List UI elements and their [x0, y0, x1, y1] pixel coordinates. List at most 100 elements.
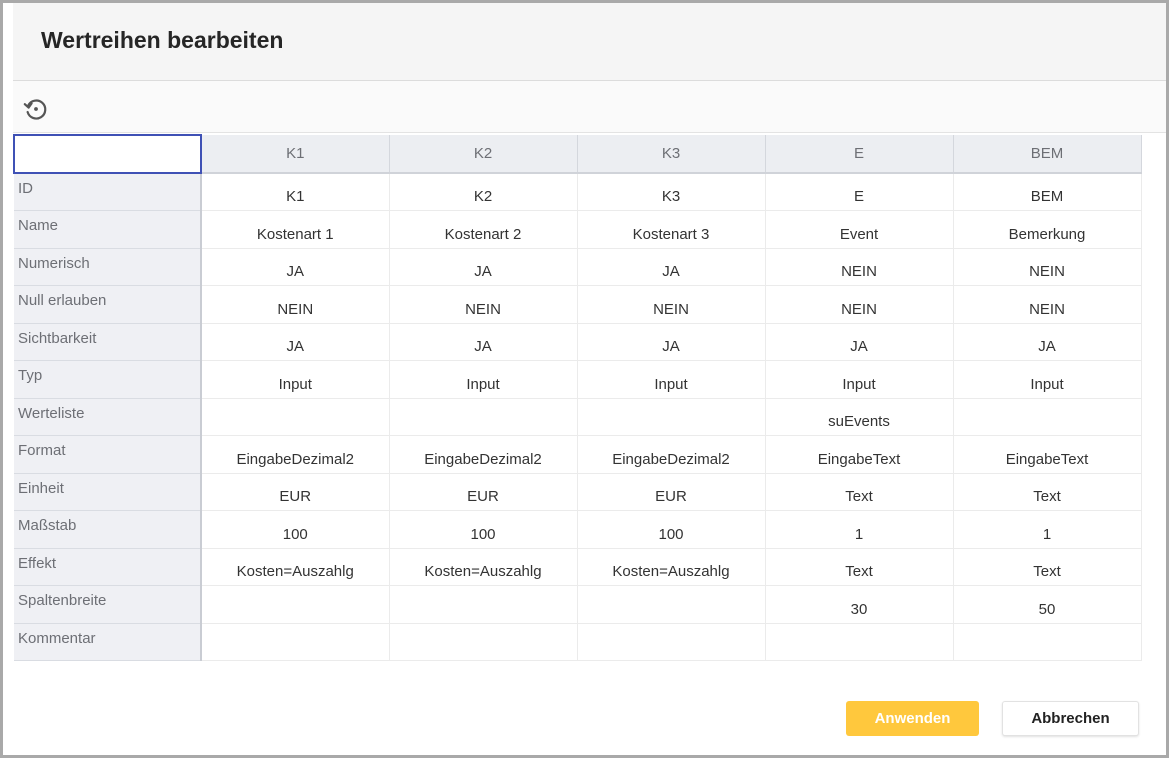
- grid-cell[interactable]: [201, 398, 390, 436]
- edit-series-dialog: Wertreihen bearbeiten K1 K2 K3 E BEM ID K1 K2 K…: [3, 3, 1166, 755]
- grid-cell[interactable]: Text: [765, 548, 954, 586]
- column-header[interactable]: K2: [389, 135, 578, 174]
- row-header[interactable]: Kommentar: [14, 623, 202, 661]
- cancel-button[interactable]: Abbrechen: [1002, 701, 1139, 736]
- grid-row: Spaltenbreite 30 50: [14, 585, 1142, 624]
- grid-cell[interactable]: 1: [953, 510, 1142, 549]
- grid-row: Name Kostenart 1 Kostenart 2 Kostenart 3 Eve…: [14, 210, 1142, 249]
- grid-cell[interactable]: Input: [389, 360, 578, 399]
- grid-cell[interactable]: [201, 585, 390, 624]
- grid-cell[interactable]: Text: [953, 548, 1142, 586]
- grid-cell[interactable]: NEIN: [389, 285, 578, 324]
- grid-cell[interactable]: Kostenart 3: [577, 210, 766, 249]
- grid-cell[interactable]: NEIN: [765, 248, 954, 286]
- grid-cell[interactable]: Kosten=Auszahlg: [201, 548, 390, 586]
- row-header[interactable]: Format: [14, 435, 202, 474]
- grid-cell[interactable]: JA: [201, 248, 390, 286]
- grid-cell[interactable]: EUR: [389, 473, 578, 511]
- grid-cell[interactable]: JA: [201, 323, 390, 361]
- row-header[interactable]: Maßstab: [14, 510, 202, 549]
- grid-cell[interactable]: Text: [765, 473, 954, 511]
- grid-cell[interactable]: NEIN: [953, 248, 1142, 286]
- grid-row: Einheit EUR EUR EUR Text Text: [14, 473, 1142, 511]
- grid-cell[interactable]: NEIN: [953, 285, 1142, 324]
- grid-cell[interactable]: [765, 623, 954, 661]
- grid-cell[interactable]: Kostenart 2: [389, 210, 578, 249]
- row-header[interactable]: Werteliste: [14, 398, 202, 436]
- row-header[interactable]: Spaltenbreite: [14, 585, 202, 624]
- grid-cell[interactable]: EingabeDezimal2: [201, 435, 390, 474]
- column-header[interactable]: K3: [577, 135, 766, 174]
- grid-cell[interactable]: BEM: [953, 173, 1142, 211]
- grid-cell[interactable]: EingabeText: [953, 435, 1142, 474]
- grid-cell[interactable]: Kostenart 1: [201, 210, 390, 249]
- grid-cell[interactable]: JA: [389, 323, 578, 361]
- grid-cell[interactable]: [953, 623, 1142, 661]
- column-header[interactable]: K1: [201, 135, 390, 174]
- grid-cell[interactable]: Input: [201, 360, 390, 399]
- grid-row: Sichtbarkeit JA JA JA JA JA: [14, 323, 1142, 361]
- grid-cell[interactable]: JA: [577, 323, 766, 361]
- column-header-row: K1 K2 K3 E BEM: [13, 134, 1142, 174]
- grid-cell[interactable]: [389, 585, 578, 624]
- grid-table: K1 K2 K3 E BEM ID K1 K2 K3 E BEM Name Kostenart 1 Ko…: [13, 134, 1142, 661]
- grid-cell[interactable]: [577, 623, 766, 661]
- row-header[interactable]: Einheit: [14, 473, 202, 511]
- grid-cell[interactable]: EUR: [201, 473, 390, 511]
- grid-cell[interactable]: NEIN: [577, 285, 766, 324]
- grid-cell[interactable]: EUR: [577, 473, 766, 511]
- grid-cell[interactable]: NEIN: [765, 285, 954, 324]
- grid-cell[interactable]: Kosten=Auszahlg: [389, 548, 578, 586]
- row-header[interactable]: ID: [14, 173, 202, 211]
- grid-row: Numerisch JA JA JA NEIN NEIN: [14, 248, 1142, 286]
- grid-cell[interactable]: 50: [953, 585, 1142, 624]
- grid-cell[interactable]: K1: [201, 173, 390, 211]
- dialog-title: Wertreihen bearbeiten: [41, 27, 284, 53]
- grid-cell[interactable]: EingabeDezimal2: [389, 435, 578, 474]
- grid-cell[interactable]: suEvents: [765, 398, 954, 436]
- grid-cell[interactable]: NEIN: [201, 285, 390, 324]
- apply-button[interactable]: Anwenden: [846, 701, 979, 736]
- row-header[interactable]: Numerisch: [14, 248, 202, 286]
- grid-cell[interactable]: Input: [953, 360, 1142, 399]
- grid-cell[interactable]: Bemerkung: [953, 210, 1142, 249]
- grid-cell[interactable]: [953, 398, 1142, 436]
- row-header[interactable]: Effekt: [14, 548, 202, 586]
- grid-cell[interactable]: E: [765, 173, 954, 211]
- grid-cell[interactable]: 30: [765, 585, 954, 624]
- grid-cell[interactable]: K3: [577, 173, 766, 211]
- grid-cell[interactable]: K2: [389, 173, 578, 211]
- grid-cell[interactable]: [577, 585, 766, 624]
- grid-row: ID K1 K2 K3 E BEM: [14, 173, 1142, 211]
- column-header[interactable]: E: [765, 135, 954, 174]
- grid-cell[interactable]: [577, 398, 766, 436]
- grid-cell[interactable]: 100: [201, 510, 390, 549]
- grid-cell[interactable]: [201, 623, 390, 661]
- grid-cell[interactable]: JA: [389, 248, 578, 286]
- grid-cell[interactable]: Kosten=Auszahlg: [577, 548, 766, 586]
- grid-cell[interactable]: EingabeDezimal2: [577, 435, 766, 474]
- history-reset-icon[interactable]: [21, 94, 51, 124]
- corner-cell[interactable]: [13, 134, 202, 174]
- grid-cell[interactable]: Input: [765, 360, 954, 399]
- column-header[interactable]: BEM: [953, 135, 1142, 174]
- grid-cell[interactable]: EingabeText: [765, 435, 954, 474]
- row-header[interactable]: Typ: [14, 360, 202, 399]
- row-header[interactable]: Sichtbarkeit: [14, 323, 202, 361]
- row-header[interactable]: Name: [14, 210, 202, 249]
- grid-cell[interactable]: JA: [765, 323, 954, 361]
- grid-cell[interactable]: [389, 623, 578, 661]
- grid-row: Werteliste suEvents: [14, 398, 1142, 436]
- grid-cell[interactable]: Text: [953, 473, 1142, 511]
- grid-cell[interactable]: 100: [577, 510, 766, 549]
- grid-cell[interactable]: JA: [953, 323, 1142, 361]
- grid-cell[interactable]: 1: [765, 510, 954, 549]
- grid-cell[interactable]: 100: [389, 510, 578, 549]
- grid-cell[interactable]: Event: [765, 210, 954, 249]
- row-header[interactable]: Null erlauben: [14, 285, 202, 324]
- grid-row: Kommentar: [14, 623, 1142, 661]
- grid-cell[interactable]: Input: [577, 360, 766, 399]
- grid-cell[interactable]: [389, 398, 578, 436]
- grid-cell[interactable]: JA: [577, 248, 766, 286]
- grid-row: Typ Input Input Input Input Input: [14, 360, 1142, 399]
